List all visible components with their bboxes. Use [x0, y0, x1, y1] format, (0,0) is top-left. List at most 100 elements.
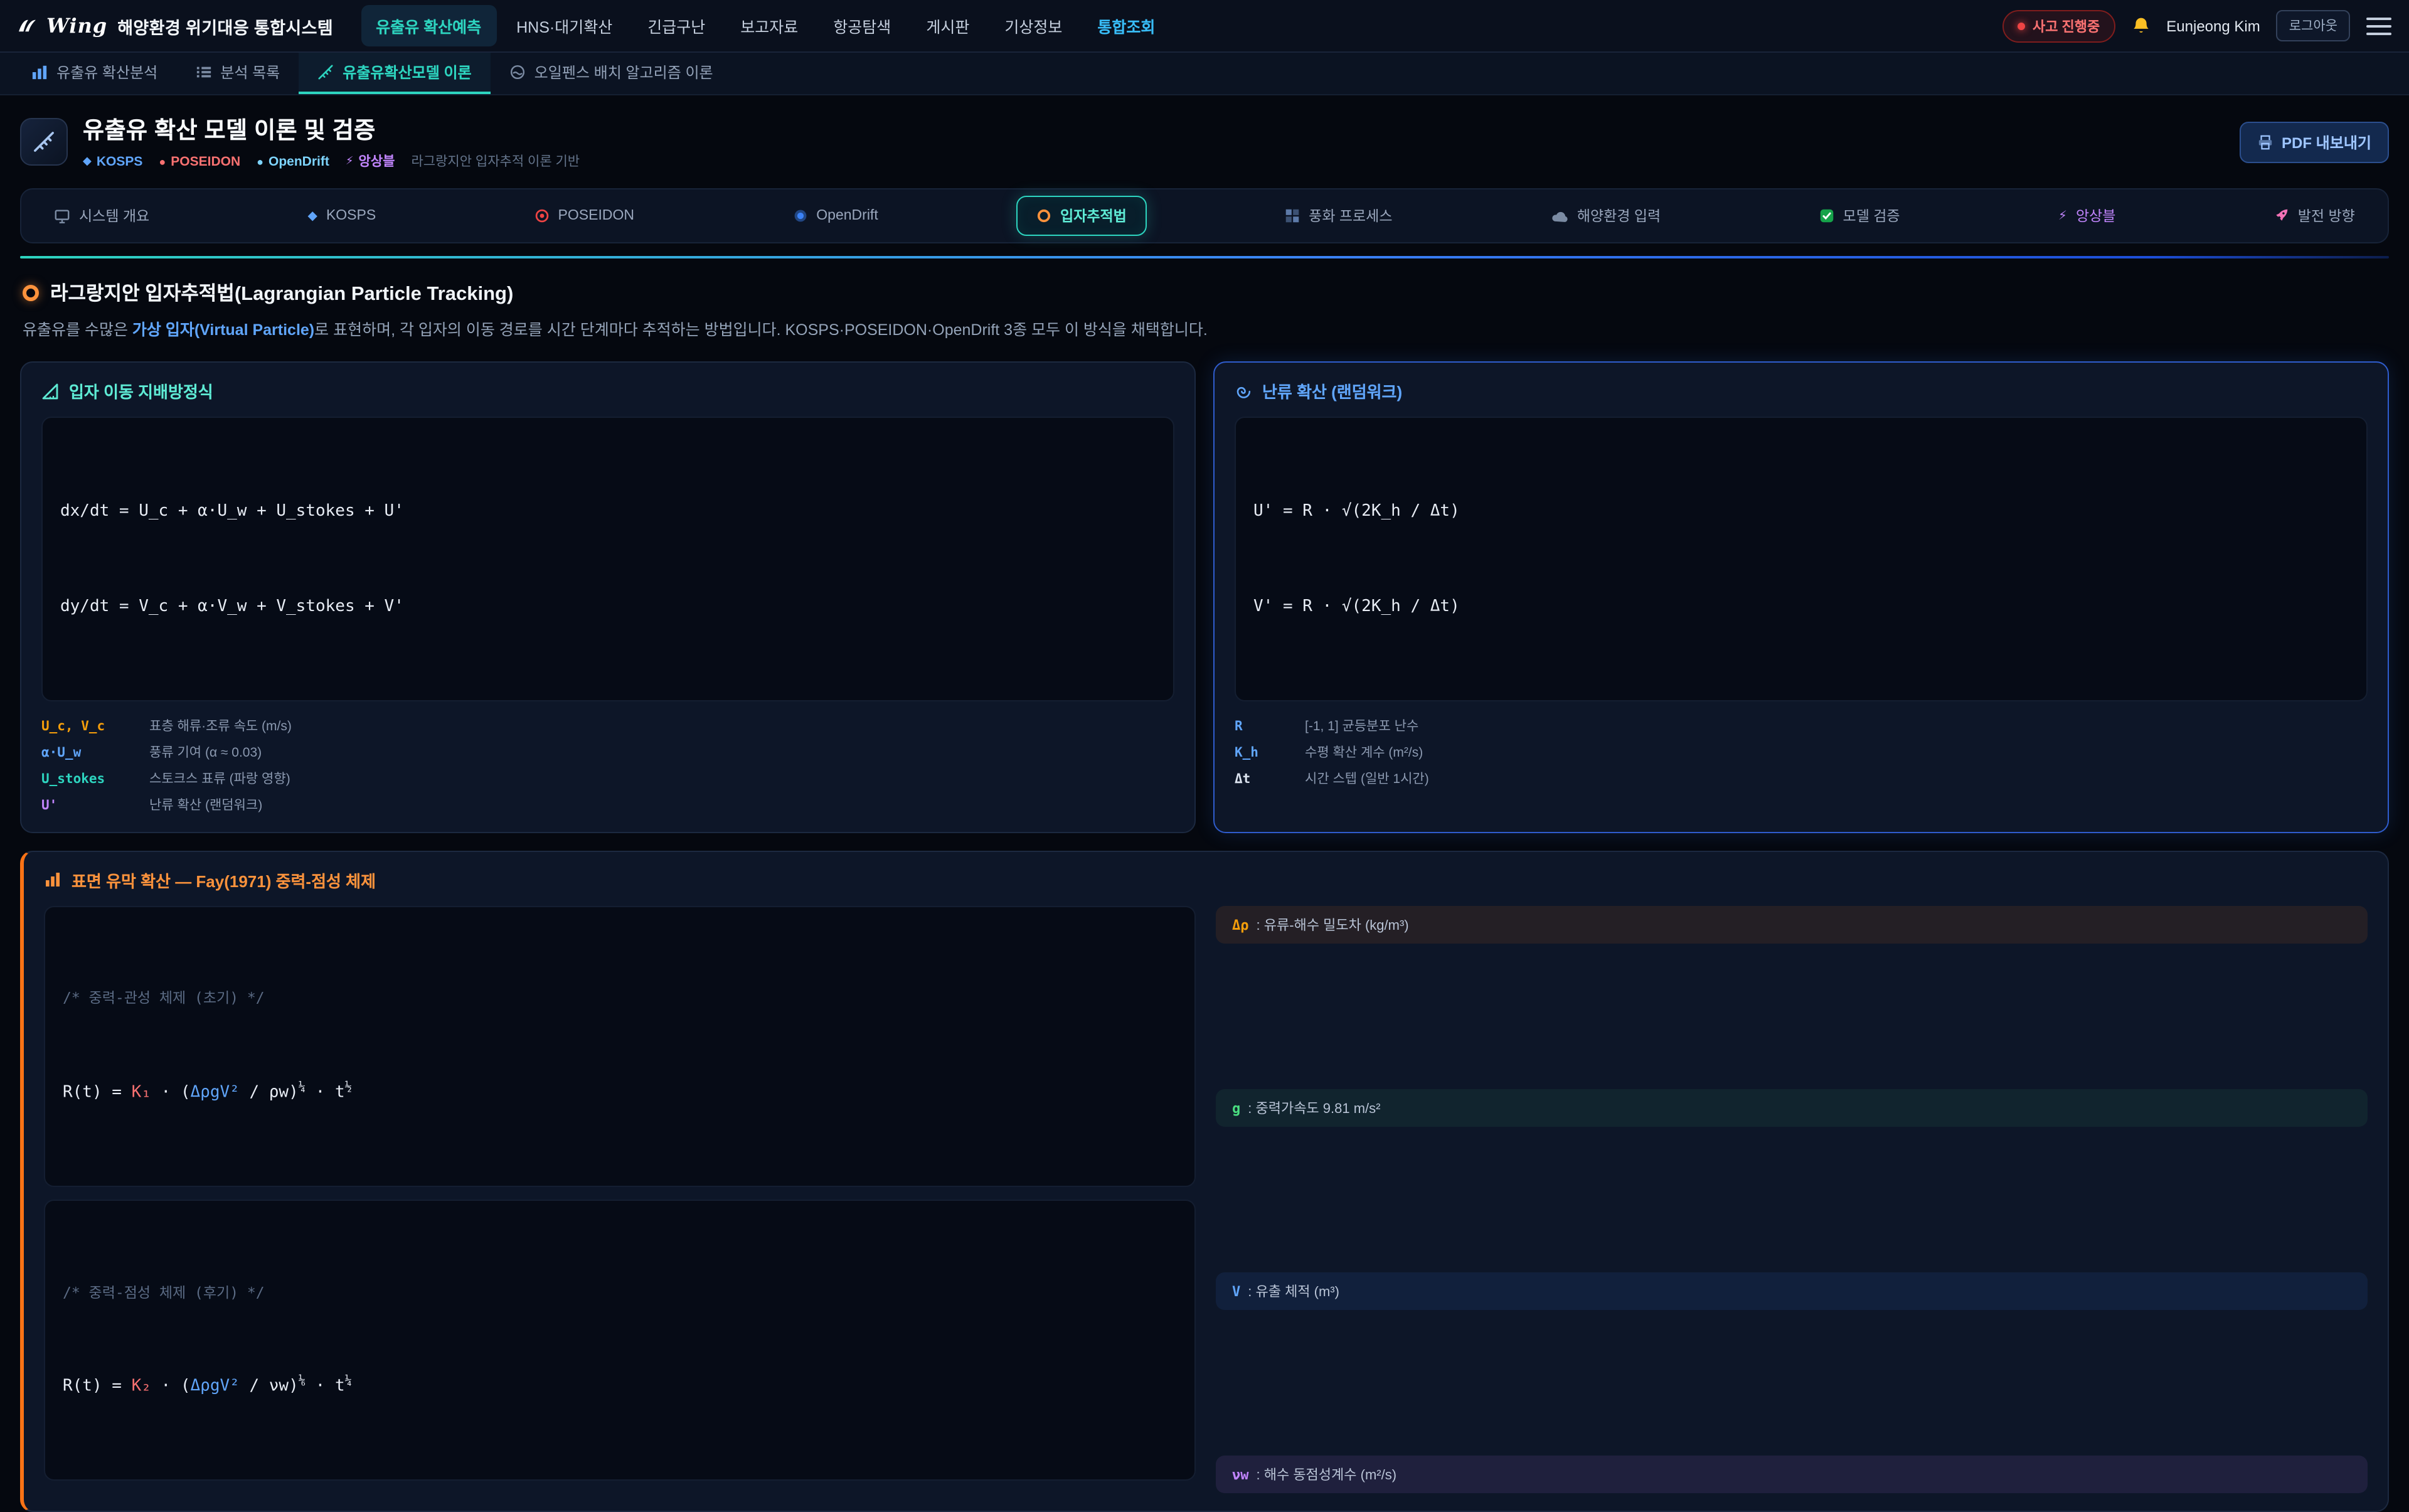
subtab-spill-analysis[interactable]: 유출유 확산분석 [13, 53, 176, 94]
section-tab-particle-tracking[interactable]: 입자추적법 [1016, 196, 1147, 236]
circle-icon: ● [257, 155, 263, 168]
page-header: 유출유 확산 모델 이론 및 검증 ◆KOSPS ●POSEIDON ●Open… [0, 95, 2409, 183]
legend-row: Δt시간 스텝 (일반 1시간) [1235, 769, 2368, 788]
menu-icon[interactable] [2366, 13, 2391, 38]
nav-item-oil-spill-forecast[interactable]: 유출유 확산예측 [361, 5, 496, 46]
nav-item-reports[interactable]: 보고자료 [725, 5, 813, 46]
bar-chart-icon [44, 871, 61, 889]
subtab-oil-fence-theory[interactable]: 오일펜스 배치 알고리즘 이론 [491, 53, 732, 94]
fay-formula-2: R(t) = K₂ · (ΔρgV² / νw)⅙ · t¼ [63, 1370, 1177, 1402]
nav-item-aerial-search[interactable]: 항공탐색 [818, 5, 906, 46]
chart-icon [31, 64, 48, 80]
equation-cards: 입자 이동 지배방정식 dx/dt = U_c + α·U_w + U_stok… [20, 361, 2389, 833]
fence-icon [509, 64, 526, 80]
monitor-icon [54, 208, 70, 224]
governing-equation-card: 입자 이동 지배방정식 dx/dt = U_c + α·U_w + U_stok… [20, 361, 1196, 833]
page-title: 유출유 확산 모델 이론 및 검증 [83, 113, 580, 146]
turbulence-code-block: U' = R · √(2K_h / Δt) V' = R · √(2K_h / … [1235, 417, 2368, 701]
governing-code-block: dx/dt = U_c + α·U_w + U_stokes + U' dy/d… [41, 417, 1174, 701]
subtab-label: 오일펜스 배치 알고리즘 이론 [534, 61, 713, 83]
bolt-icon: ⚡ [2058, 209, 2067, 223]
virtual-particle-highlight: 가상 입자(Virtual Particle) [132, 321, 314, 339]
section-title: 라그랑지안 입자추적법(Lagrangian Particle Tracking… [50, 279, 513, 306]
page-header-texts: 유출유 확산 모델 이론 및 검증 ◆KOSPS ●POSEIDON ●Open… [83, 113, 580, 171]
particle-icon [23, 284, 39, 301]
fay-card-title: 표면 유막 확산 — Fay(1971) 중력-점성 체제 [44, 868, 2368, 892]
fay-code-block-2: /* 중력-점성 체제 (후기) */ R(t) = K₂ · (ΔρgV² /… [44, 1200, 1196, 1481]
section-tab-weathering[interactable]: 풍화 프로세스 [1265, 196, 1412, 236]
fay-legend: Δρ: 유류-해수 밀도차 (kg/m³) g: 중력가속도 9.81 m/s²… [1216, 906, 2368, 1494]
legend-row: α·U_w풍류 기여 (α ≈ 0.03) [41, 743, 1174, 762]
ruler-icon [33, 130, 55, 153]
top-nav: Wing 해양환경 위기대응 통합시스템 유출유 확산예측 HNS·대기확산 긴… [0, 0, 2409, 53]
legend-row: U_stokes스토크스 표류 (파랑 영향) [41, 769, 1174, 788]
section-tab-bar: 시스템 개요 ◆ KOSPS POSEIDON OpenDrift 입자추적법 … [20, 188, 2389, 243]
fay-grid: /* 중력-관성 체제 (초기) */ R(t) = K₁ · (ΔρgV² /… [44, 906, 2368, 1494]
badge-poseidon: ●POSEIDON [159, 154, 240, 169]
section-tab-model-validation[interactable]: 모델 검증 [1799, 196, 1920, 236]
code-comment: /* 중력-관성 체제 (초기) */ [63, 984, 1177, 1013]
page-subtitle: 라그랑지안 입자추적 이론 기반 [411, 152, 580, 171]
app-root: Wing 해양환경 위기대응 통합시스템 유출유 확산예측 HNS·대기확산 긴… [0, 0, 2409, 1197]
section-tab-ocean-input[interactable]: 해양환경 입력 [1531, 196, 1681, 236]
badge-opendrift: ●OpenDrift [257, 154, 329, 169]
diamond-icon: ◆ [83, 154, 92, 168]
code-line: dy/dt = V_c + α·V_w + V_stokes + V' [60, 590, 1156, 622]
subtab-label: 분석 목록 [220, 61, 280, 83]
topnav-right: 사고 진행중 Eunjeong Kim 로그아웃 [2002, 9, 2391, 42]
brand-logo-text: Wing [46, 14, 107, 38]
panel-top-accent [20, 256, 2389, 258]
printer-icon [2257, 134, 2273, 150]
legend-pill: Δρ: 유류-해수 밀도차 (kg/m³) [1216, 906, 2368, 944]
turbulence-card: 난류 확산 (랜덤워크) U' = R · √(2K_h / Δt) V' = … [1213, 361, 2389, 833]
legend-row: U'난류 확산 (랜덤워크) [41, 796, 1174, 814]
section-heading: 라그랑지안 입자추적법(Lagrangian Particle Tracking… [23, 279, 2386, 306]
badge-kosps: ◆KOSPS [83, 154, 142, 169]
sub-tab-bar: 유출유 확산분석 분석 목록 유출유확산모델 이론 오일펜스 배치 알고리즘 이… [0, 53, 2409, 95]
subtab-model-theory[interactable]: 유출유확산모델 이론 [299, 53, 490, 94]
fay-spreading-card: 표면 유막 확산 — Fay(1971) 중력-점성 체제 /* 중력-관성 체… [20, 851, 2389, 1512]
turbulence-card-title: 난류 확산 (랜덤워크) [1235, 379, 2368, 403]
subtab-analysis-list[interactable]: 분석 목록 [176, 53, 299, 94]
rocket-icon [2274, 208, 2289, 223]
brand[interactable]: Wing 해양환경 위기대응 통합시스템 [18, 13, 333, 38]
ruler-icon [317, 64, 334, 80]
section-tab-ensemble[interactable]: ⚡ 앙상블 [2038, 196, 2136, 236]
incident-status-badge[interactable]: 사고 진행중 [2002, 9, 2115, 42]
logout-button[interactable]: 로그아웃 [2277, 10, 2350, 41]
cloud-icon [1551, 209, 1568, 223]
section-tab-poseidon[interactable]: POSEIDON [514, 198, 654, 233]
code-comment: /* 중력-점성 체제 (후기) */ [63, 1278, 1177, 1306]
check-icon [1819, 208, 1834, 223]
circle-icon [792, 208, 807, 223]
nav-item-weather-info[interactable]: 기상정보 [989, 5, 1077, 46]
section-tab-system-overview[interactable]: 시스템 개요 [34, 196, 169, 236]
section-tab-future-direction[interactable]: 발전 방향 [2254, 196, 2375, 236]
nav-item-emergency-rescue[interactable]: 긴급구난 [632, 5, 720, 46]
particle-icon [1036, 208, 1051, 223]
list-icon [195, 64, 211, 80]
pdf-export-button[interactable]: PDF 내보내기 [2239, 121, 2389, 162]
nav-item-hns-dispersion[interactable]: HNS·대기확산 [501, 5, 627, 46]
system-title: 해양환경 위기대응 통합시스템 [117, 13, 333, 38]
wing-logo-icon [18, 18, 36, 34]
circle-dot-icon: ● [159, 155, 166, 168]
content-area: 라그랑지안 입자추적법(Lagrangian Particle Tracking… [20, 256, 2389, 1512]
notification-bell-icon[interactable] [2131, 16, 2150, 35]
nav-item-integrated-search[interactable]: 통합조회 [1082, 5, 1170, 46]
incident-dot-icon [2018, 22, 2025, 29]
user-name: Eunjeong Kim [2166, 17, 2260, 35]
governing-legend: U_c, V_c표층 해류·조류 속도 (m/s) α·U_w풍류 기여 (α … [41, 716, 1174, 814]
section-tab-opendrift[interactable]: OpenDrift [772, 198, 898, 233]
nav-item-board[interactable]: 게시판 [911, 5, 984, 46]
badge-ensemble: ⚡앙상블 [346, 152, 395, 171]
turbulence-legend: R[-1, 1] 균등분포 난수 K_h수평 확산 계수 (m²/s) Δt시간… [1235, 716, 2368, 788]
legend-row: U_c, V_c표층 해류·조류 속도 (m/s) [41, 716, 1174, 735]
swirl-icon [1235, 382, 1252, 400]
model-badge-row: ◆KOSPS ●POSEIDON ●OpenDrift ⚡앙상블 라그랑지안 입… [83, 152, 580, 171]
legend-row: K_h수평 확산 계수 (m²/s) [1235, 743, 2368, 762]
circle-dot-icon [534, 208, 550, 223]
fay-code-block-1: /* 중력-관성 체제 (초기) */ R(t) = K₁ · (ΔρgV² /… [44, 906, 1196, 1187]
section-tab-kosps[interactable]: ◆ KOSPS [288, 198, 396, 233]
code-line: U' = R · √(2K_h / Δt) [1253, 495, 2349, 527]
